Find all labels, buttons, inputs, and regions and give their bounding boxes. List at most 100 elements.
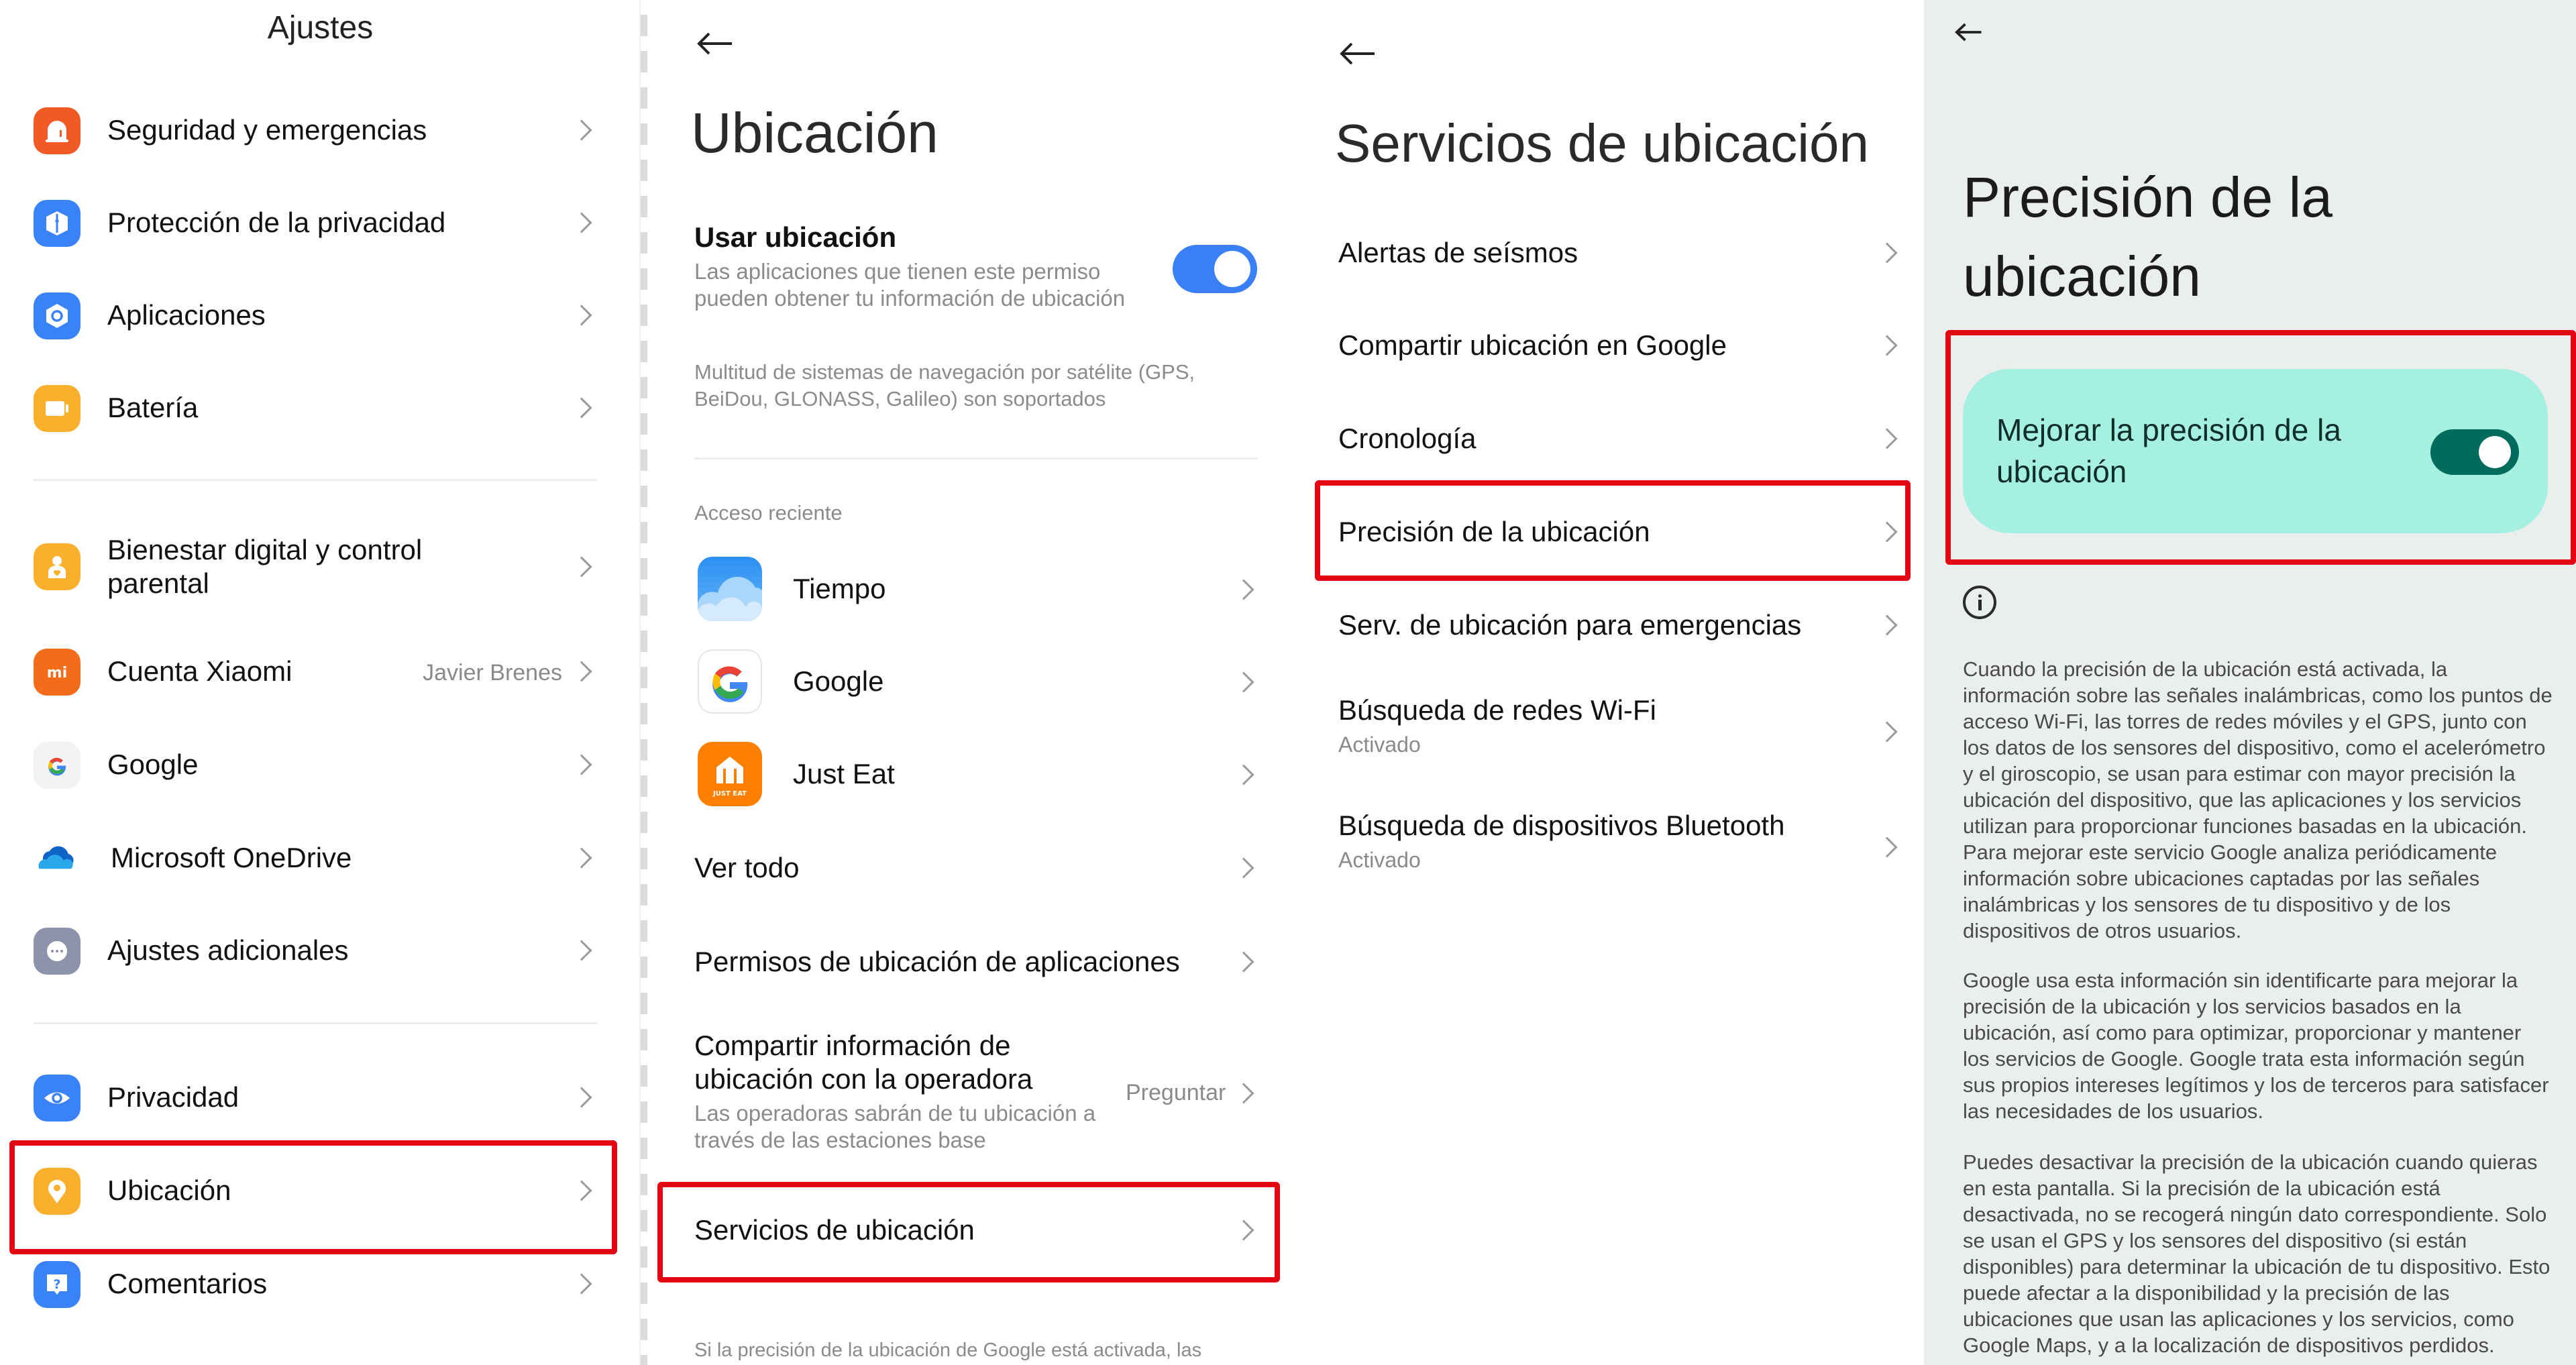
chevron-right-icon [571,305,592,326]
description-paragraph: Cuando la precisión de la ubicación está… [1963,657,2553,942]
xiaomi-account-icon: mi [34,649,80,696]
chevron-right-icon [571,661,592,682]
settings-item-privacy-protection[interactable]: Protección de la privacidad [0,190,641,257]
settings-item-onedrive[interactable]: Microsoft OneDrive [0,825,641,892]
description-line: Las operadoras sabrán de tu ubicación a [694,1101,1096,1126]
chevron-right-icon [571,212,592,233]
back-arrow-icon[interactable] [1954,21,1982,43]
carrier-share-label-line2: ubicación con la operadora [694,1063,1033,1095]
chevron-right-icon [1233,671,1254,693]
recent-app-row[interactable]: Google [647,649,1288,716]
item-label: Búsqueda de dispositivos Bluetooth [1338,810,1785,841]
page-title-line: Precisión de la [1963,166,2332,229]
app-location-permissions-row[interactable]: Permisos de ubicación de aplicaciones [647,929,1288,996]
more-dots-icon [34,928,80,975]
settings-item-label: Cuenta Xiaomi [107,655,292,687]
carrier-share-description: Las operadoras sabrán de tu ubicación a … [694,1100,1095,1154]
settings-item-feedback[interactable]: ? Comentarios [0,1251,641,1318]
gnss-note-line: Multitud de sistemas de navegación por s… [694,360,1195,384]
chevron-right-icon [571,754,592,775]
page-title: Ubicación [691,101,938,164]
chevron-right-icon [571,847,592,869]
settings-item-label: Bienestar digital y control [107,534,423,565]
chevron-right-icon [571,556,592,578]
battery-icon [34,385,80,432]
settings-item-label: Aplicaciones [107,299,266,331]
settings-item-label: Batería [107,392,199,423]
recent-app-row[interactable]: Tiempo [647,557,1288,624]
see-all-row[interactable]: Ver todo [647,835,1288,902]
back-arrow-icon[interactable] [1338,40,1376,67]
section-divider [34,1022,597,1024]
use-location-toggle[interactable] [1173,245,1257,293]
info-icon [1963,586,1996,619]
carrier-location-sharing-row[interactable]: Compartir información de ubicación con l… [647,1030,1288,1164]
recent-app-label: Google [793,665,884,697]
chevron-right-icon [1876,721,1898,743]
gnss-note-line: BeiDou, GLONASS, Galileo) son soportados [694,387,1106,411]
settings-item-privacy[interactable]: Privacidad [0,1064,641,1132]
back-arrow-icon[interactable] [696,30,733,57]
description-line: través de las estaciones base [694,1128,986,1152]
chevron-right-icon [1233,1083,1254,1104]
chevron-right-icon [571,397,592,419]
gnss-note: Multitud de sistemas de navegación por s… [694,359,1195,413]
page-title: Ajustes [267,10,374,46]
chevron-right-icon [571,1273,592,1295]
chevron-right-icon [1233,951,1254,973]
description-line: Las aplicaciones que tienen este permiso [694,259,1101,284]
settings-item-security[interactable]: Seguridad y emergencias [0,97,641,164]
eye-icon [34,1075,80,1122]
siren-icon [34,107,80,154]
use-location-description: Las aplicaciones que tienen este permiso… [694,258,1125,312]
location-service-item[interactable]: Búsqueda de dispositivos Bluetooth Activ… [1288,806,1924,887]
feedback-icon: ? [34,1261,80,1308]
chevron-right-icon [571,1087,592,1108]
panel-separator-dashed [641,0,647,1365]
account-name-value: Javier Brenes [423,660,562,686]
location-service-item[interactable]: Compartir ubicación en Google [1288,313,1924,380]
settings-item-additional[interactable]: Ajustes adicionales [0,918,641,985]
item-label: Cronología [1338,423,1477,454]
location-service-item[interactable]: Serv. de ubicación para emergencias [1288,592,1924,659]
item-label: Búsqueda de redes Wi-Fi [1338,694,1656,726]
recent-app-row[interactable]: JUST EAT Just Eat [647,742,1288,809]
chevron-right-icon [1233,579,1254,600]
settings-item-label: Seguridad y emergencias [107,114,427,146]
app-permissions-label: Permisos de ubicación de aplicaciones [694,946,1180,977]
settings-item-label: Microsoft OneDrive [111,842,352,873]
recent-app-label: Just Eat [793,758,895,789]
settings-item-xiaomi-account[interactable]: mi Cuenta Xiaomi Javier Brenes [0,639,641,706]
settings-item-label: Protección de la privacidad [107,207,446,238]
toggle-knob [1214,251,1250,287]
chevron-right-icon [1876,335,1898,356]
settings-item-apps[interactable]: Aplicaciones [0,282,641,349]
page-title: Servicios de ubicación [1335,113,1869,173]
privacy-shield-icon [34,200,80,247]
use-location-label: Usar ubicación [694,221,897,253]
chevron-right-icon [1233,857,1254,879]
use-location-row[interactable]: Usar ubicación Las aplicaciones que tien… [647,221,1288,322]
svg-text:?: ? [53,1277,60,1292]
svg-text:mi: mi [47,665,67,681]
description-line: pueden obtener tu información de ubicaci… [694,286,1126,311]
item-status: Activado [1338,848,1421,872]
location-service-item[interactable]: Búsqueda de redes Wi-Fi Activado [1288,691,1924,771]
page-title: Precisión de la ubicación [1963,158,2332,316]
description-paragraph: Puedes desactivar la precisión de la ubi… [1963,1150,2551,1357]
item-label: Compartir ubicación en Google [1338,329,1727,361]
location-service-item[interactable]: Cronología [1288,406,1924,473]
settings-item-battery[interactable]: Batería [0,375,641,442]
section-divider [34,479,597,481]
highlight-box [9,1140,617,1254]
google-icon [34,742,80,789]
item-status: Activado [1338,732,1421,757]
carrier-share-value: Preguntar [1126,1080,1226,1105]
settings-item-google[interactable]: Google [0,732,641,799]
highlight-box [1315,480,1911,581]
svg-text:JUST EAT: JUST EAT [712,790,747,798]
settings-item-digital-wellbeing[interactable]: Bienestar digital y control parental [0,523,641,610]
location-service-item[interactable]: Alertas de seísmos [1288,220,1924,287]
chevron-right-icon [1876,242,1898,264]
wellbeing-icon [34,543,80,590]
